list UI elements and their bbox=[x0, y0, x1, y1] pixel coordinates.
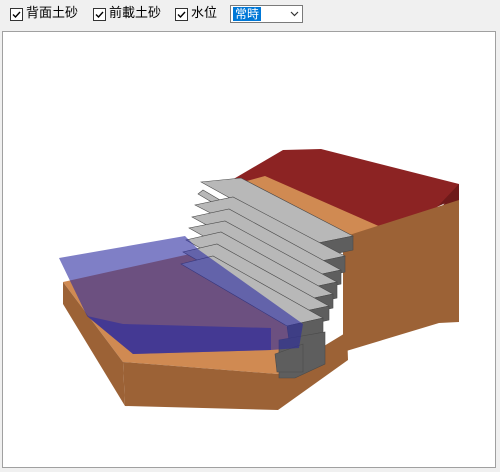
water-level-checkbox[interactable]: 水位 bbox=[175, 5, 217, 23]
3d-model-viewport[interactable] bbox=[2, 31, 496, 468]
front-soil-checkbox[interactable]: 前載土砂 bbox=[93, 5, 161, 23]
backfill-soil-label: 背面土砂 bbox=[26, 6, 79, 21]
chevron-down-icon bbox=[290, 11, 299, 17]
front-soil-label: 前載土砂 bbox=[109, 6, 162, 21]
checkbox-checked-icon bbox=[175, 7, 188, 21]
water-level-condition-select[interactable]: 常時 bbox=[230, 5, 303, 23]
checkbox-checked-icon bbox=[93, 7, 106, 21]
water-level-label: 水位 bbox=[191, 6, 218, 21]
retaining-wall-3d-model bbox=[59, 149, 459, 410]
backfill-soil-checkbox[interactable]: 背面土砂 bbox=[10, 5, 78, 23]
toolbar: 背面土砂 前載土砂 水位 常時 bbox=[0, 0, 500, 28]
checkbox-checked-icon bbox=[10, 7, 23, 21]
water-level-condition-value: 常時 bbox=[233, 7, 262, 21]
